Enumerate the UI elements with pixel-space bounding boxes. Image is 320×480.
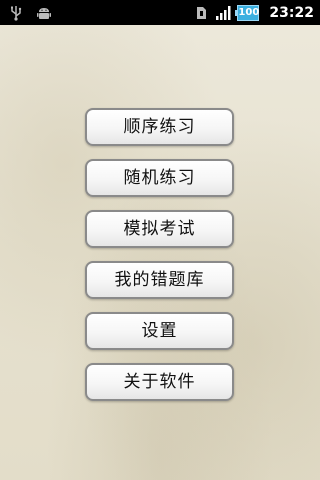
about-button[interactable]: 关于软件: [85, 363, 234, 401]
status-bar: 100 23:22: [0, 0, 320, 25]
main-menu-screen: 顺序练习 随机练习 模拟考试 我的错题库 设置 关于软件: [0, 25, 320, 480]
settings-button[interactable]: 设置: [85, 312, 234, 350]
battery-icon: 100: [235, 4, 260, 21]
status-clock: 23:22: [269, 4, 314, 21]
sequential-practice-button[interactable]: 顺序练习: [85, 108, 234, 146]
mock-exam-button[interactable]: 模拟考试: [85, 210, 234, 248]
sim-icon: [193, 5, 209, 21]
random-practice-button[interactable]: 随机练习: [85, 159, 234, 197]
android-debug-icon: [36, 5, 52, 21]
wrong-question-bank-button[interactable]: 我的错题库: [85, 261, 234, 299]
status-bar-right: 100 23:22: [193, 3, 314, 22]
status-bar-left: [8, 3, 52, 22]
usb-icon: [8, 5, 24, 21]
signal-icon: [215, 5, 231, 21]
battery-level: 100: [238, 6, 260, 18]
